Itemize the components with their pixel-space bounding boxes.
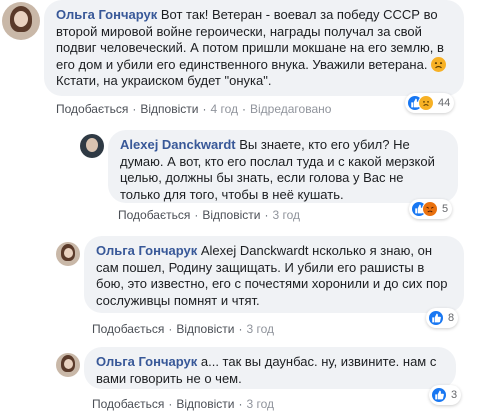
reply-link[interactable]: Відповісти [202, 208, 260, 222]
angry-icon [422, 201, 438, 217]
comment-bubble: Alexej Danckwardt Вы знаете, кто его уби… [108, 130, 458, 203]
comment-actions: Подобається · Відповісти · 3 год [118, 208, 300, 222]
reply-link[interactable]: Відповісти [140, 102, 198, 116]
reaction-count: 5 [442, 203, 449, 215]
comment-author[interactable]: Ольга Гончарук [56, 7, 157, 22]
comment-text-after: Кстати, на украиском будет "онука". [56, 73, 272, 88]
edited-label[interactable]: Відредаговано [250, 102, 331, 116]
avatar[interactable] [2, 2, 40, 40]
reactions-summary[interactable]: 44 [405, 93, 455, 113]
timestamp[interactable]: 3 год [272, 208, 300, 222]
comment-actions: Подобається · Відповісти · 3 год [92, 322, 274, 336]
comment-bubble: Ольга Гончарук Вот так! Ветеран - воевал… [44, 0, 464, 96]
reactions-summary[interactable]: 8 [426, 308, 459, 328]
comment-author[interactable]: Ольга Гончарук [96, 354, 197, 369]
reactions-summary[interactable]: 5 [409, 199, 453, 219]
like-link[interactable]: Подобається [118, 208, 190, 222]
reaction-count: 8 [448, 312, 455, 324]
sad-icon [418, 95, 434, 111]
like-icon [431, 387, 447, 403]
comment-author[interactable]: Ольга Гончарук [96, 243, 197, 258]
reaction-count: 44 [438, 97, 451, 109]
reply-link[interactable]: Відповісти [176, 397, 234, 411]
reaction-count: 3 [451, 389, 458, 401]
avatar[interactable] [56, 353, 80, 377]
reply-link[interactable]: Відповісти [176, 322, 234, 336]
comment-bubble: Ольга Гончарук а... так вы даунбас. ну, … [84, 347, 456, 389]
like-link[interactable]: Подобається [56, 102, 128, 116]
comment-actions: Подобається · Відповісти · 3 год [92, 397, 274, 411]
avatar[interactable] [80, 134, 104, 158]
timestamp[interactable]: 3 год [246, 397, 274, 411]
timestamp[interactable]: 3 год [246, 322, 274, 336]
avatar[interactable] [56, 242, 80, 266]
comment-author[interactable]: Alexej Danckwardt [120, 137, 236, 152]
comment-actions: Подобається · Відповісти · 4 год · Відредагова… [56, 102, 332, 116]
reactions-summary[interactable]: 3 [429, 385, 462, 405]
sad-emoji-icon [431, 56, 447, 72]
like-link[interactable]: Подобається [92, 322, 164, 336]
like-link[interactable]: Подобається [92, 397, 164, 411]
like-icon [428, 310, 444, 326]
timestamp[interactable]: 4 год [210, 102, 238, 116]
comment-bubble: Ольга Гончарук Alexej Danckwardt нскольк… [84, 236, 464, 313]
